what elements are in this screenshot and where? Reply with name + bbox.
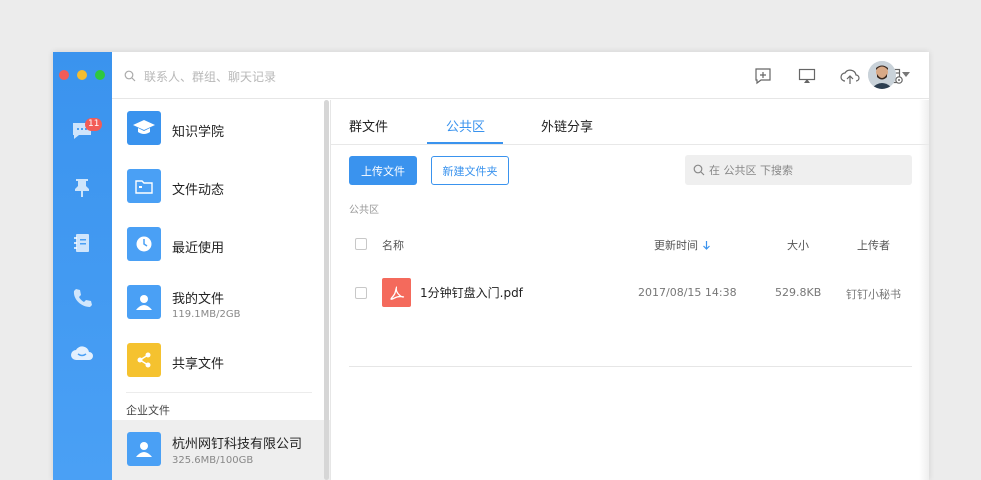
tabs-divider — [331, 144, 929, 145]
share-icon — [127, 343, 161, 377]
user-icon — [127, 432, 161, 466]
column-header-updated-label: 更新时间 — [654, 239, 698, 252]
sort-down-icon — [702, 241, 710, 250]
sidebar-divider — [126, 392, 312, 393]
new-folder-button[interactable]: 新建文件夹 — [431, 156, 509, 185]
row-divider — [349, 366, 912, 367]
user-avatar[interactable] — [868, 61, 896, 89]
cloud-upload-icon[interactable] — [840, 66, 860, 86]
enterprise-section-title: 企业文件 — [126, 404, 170, 417]
sidebar-item-label: 最近使用 — [172, 241, 225, 256]
folder-search-input[interactable]: 在 公共区 下搜索 — [685, 155, 912, 185]
panel-edge-shadow — [919, 100, 929, 480]
tab-group-files[interactable]: 群文件 — [349, 116, 388, 135]
search-icon — [124, 70, 136, 82]
breadcrumb[interactable]: 公共区 — [349, 201, 379, 216]
sidebar-item-label: 杭州网钉科技有限公司 — [172, 437, 303, 452]
screen-share-icon[interactable] — [797, 66, 817, 86]
tab-public-area[interactable]: 公共区 — [446, 116, 485, 135]
sidebar-item-file-activity[interactable]: 文件动态 — [112, 158, 324, 216]
sidebar-item-company[interactable]: 杭州网钉科技有限公司 325.6MB/100GB — [112, 420, 330, 480]
new-message-icon[interactable] — [753, 66, 773, 86]
tab-link-share[interactable]: 外链分享 — [541, 116, 593, 135]
global-search-placeholder: 联系人、群组、聊天记录 — [144, 69, 277, 84]
top-bar: 联系人、群组、聊天记录 — [112, 52, 929, 99]
column-header-uploader[interactable]: 上传者 — [857, 237, 890, 253]
sidebar-item-label: 文件动态 — [172, 183, 225, 198]
sidebar-item-shared[interactable]: 共享文件 — [112, 332, 324, 390]
my-files-quota: 119.1MB/2GB — [172, 309, 241, 320]
user-icon — [127, 285, 161, 319]
clock-icon — [127, 227, 161, 261]
pin-icon[interactable] — [69, 175, 95, 201]
contacts-icon[interactable] — [69, 230, 95, 256]
close-window-button[interactable] — [59, 70, 69, 80]
file-uploader: 钉钉小秘书 — [846, 288, 901, 301]
sidebar-item-my-files[interactable]: 我的文件 119.1MB/2GB — [112, 274, 324, 332]
sidebar-item-label: 知识学院 — [172, 125, 225, 140]
column-header-size[interactable]: 大小 — [787, 237, 809, 253]
sidebar-item-label: 共享文件 — [172, 357, 225, 372]
file-updated: 2017/08/15 14:38 — [638, 286, 737, 299]
folder-search-placeholder: 在 公共区 下搜索 — [709, 164, 793, 177]
folder-icon — [127, 169, 161, 203]
cloud-drive-icon[interactable] — [69, 340, 95, 366]
phone-icon[interactable] — [69, 285, 95, 311]
file-sidebar: 知识学院 文件动态 最近使用 我的文件 119.1MB/2GB 共享文件 企业文… — [112, 100, 330, 480]
file-name[interactable]: 1分钟钉盘入门.pdf — [420, 284, 523, 301]
upload-file-button[interactable]: 上传文件 — [349, 156, 417, 185]
search-icon — [693, 164, 705, 176]
sidebar-scrollbar[interactable] — [324, 100, 329, 480]
graduation-cap-icon — [127, 111, 161, 145]
sidebar-item-label: 我的文件 — [172, 292, 225, 307]
row-checkbox[interactable] — [355, 287, 367, 299]
file-size: 529.8KB — [775, 286, 822, 299]
select-all-checkbox[interactable] — [355, 238, 367, 250]
minimize-window-button[interactable] — [77, 70, 87, 80]
global-search-input[interactable]: 联系人、群组、聊天记录 — [124, 67, 276, 85]
nav-rail: 11 — [53, 52, 112, 480]
account-menu-caret[interactable] — [902, 72, 910, 77]
sidebar-item-recent[interactable]: 最近使用 — [112, 216, 324, 274]
sidebar-item-knowledge[interactable]: 知识学院 — [112, 100, 324, 158]
column-header-updated[interactable]: 更新时间 — [654, 237, 711, 253]
unread-badge: 11 — [85, 118, 103, 131]
company-quota: 325.6MB/100GB — [172, 455, 254, 466]
pdf-icon — [382, 278, 411, 307]
app-window: 11 联系人、群组、聊天记录 知识学院 文件动态 最近使用 我的文件 119.1… — [53, 52, 929, 480]
maximize-window-button[interactable] — [95, 70, 105, 80]
main-panel: 群文件 公共区 外链分享 上传文件 新建文件夹 在 公共区 下搜索 公共区 名称… — [331, 100, 929, 480]
column-header-name[interactable]: 名称 — [382, 237, 404, 253]
